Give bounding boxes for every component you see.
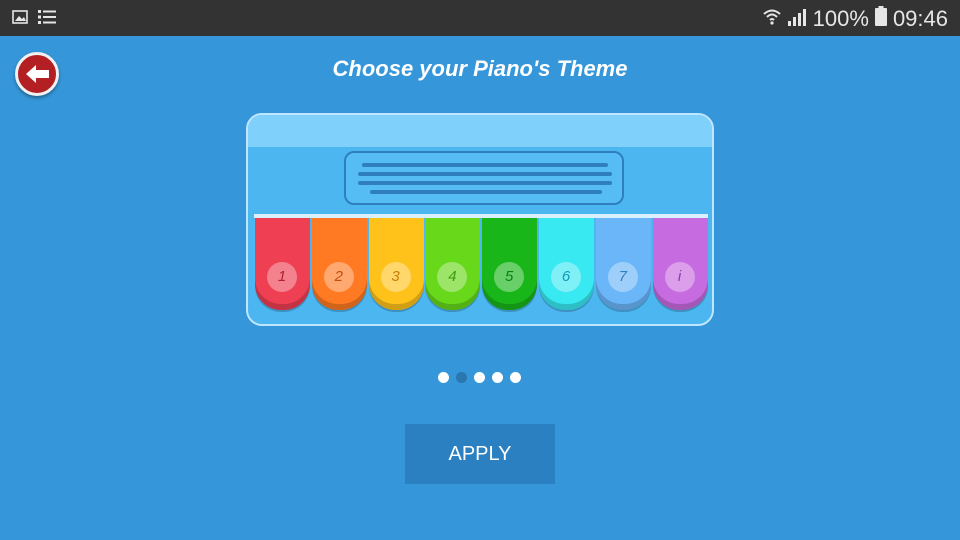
- pager-dot-1[interactable]: [438, 372, 449, 383]
- pager-dot-2[interactable]: [456, 372, 467, 383]
- piano-key-label: 7: [607, 262, 638, 292]
- battery-icon: [874, 6, 887, 32]
- piano-theme-preview[interactable]: 1234567i: [246, 113, 714, 326]
- wifi-icon: [762, 6, 781, 32]
- piano-key-6[interactable]: 6: [539, 218, 594, 310]
- piano-top-panel: [248, 115, 712, 147]
- piano-key-label: 6: [551, 262, 581, 292]
- pager-dot-4[interactable]: [492, 372, 503, 383]
- pager-dot-5[interactable]: [510, 372, 521, 383]
- signal-icon: [787, 6, 807, 32]
- piano-key-label: 3: [380, 262, 411, 292]
- piano-key-5[interactable]: 5: [482, 218, 538, 310]
- piano-key-3[interactable]: 3: [368, 218, 424, 310]
- status-bar: 100% 09:46: [0, 0, 960, 36]
- apply-button[interactable]: APPLY: [405, 424, 555, 484]
- piano-key-label: 1: [267, 262, 297, 292]
- pager-dot-3[interactable]: [474, 372, 485, 383]
- pager-dots: [438, 372, 521, 383]
- piano-key-8[interactable]: i: [652, 218, 708, 310]
- piano-key-label: 2: [323, 262, 354, 292]
- page-title: Choose your Piano's Theme: [332, 56, 628, 81]
- piano-key-1[interactable]: 1: [255, 218, 310, 310]
- piano-key-label: 5: [494, 262, 525, 292]
- piano-key-7[interactable]: 7: [595, 218, 651, 310]
- piano-key-label: 4: [437, 262, 468, 292]
- image-icon: [12, 9, 28, 30]
- piano-key-4[interactable]: 4: [425, 218, 481, 310]
- piano-key-2[interactable]: 2: [311, 218, 367, 310]
- piano-key-label: i: [664, 262, 695, 292]
- list-icon: [38, 9, 56, 30]
- clock: 09:46: [892, 6, 948, 31]
- battery-level: 100%: [812, 6, 869, 31]
- piano-speaker-grille: [344, 151, 624, 205]
